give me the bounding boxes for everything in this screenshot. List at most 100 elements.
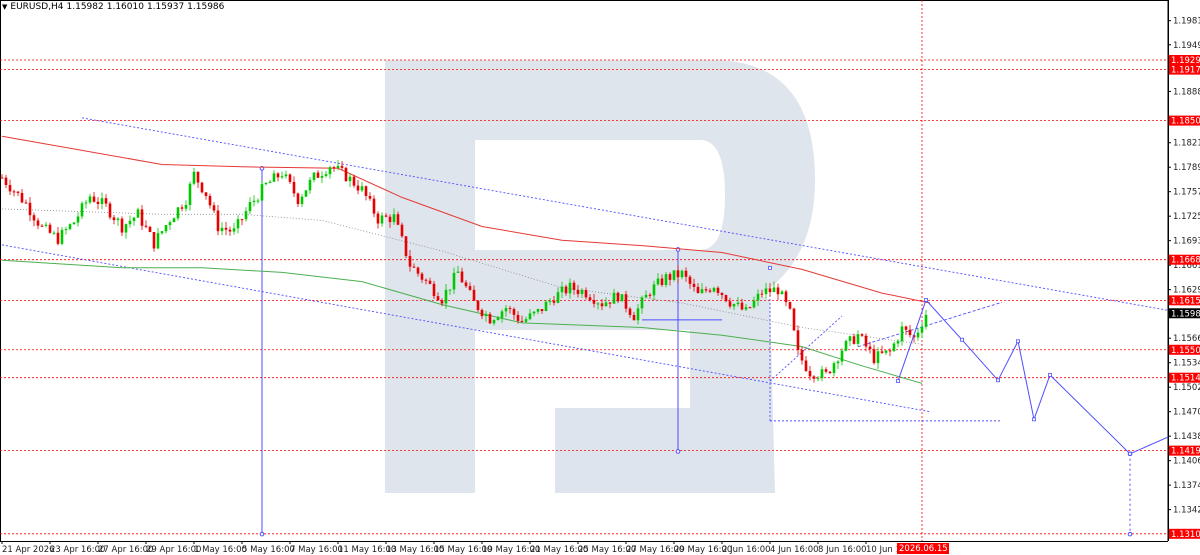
candle: [232, 222, 236, 235]
candle: [24, 199, 28, 204]
candle: [908, 324, 912, 338]
level-tag: 1.14191: [1169, 445, 1200, 457]
candle: [136, 207, 140, 218]
candle: [220, 222, 224, 236]
candle: [312, 171, 316, 183]
candle: [240, 218, 244, 226]
svg-text:1.15986: 1.15986: [1171, 309, 1200, 319]
candle: [68, 223, 72, 231]
candle: [820, 365, 824, 382]
candle: [84, 199, 88, 209]
svg-text:1.13104: 1.13104: [1171, 530, 1200, 540]
candle: [872, 344, 876, 365]
candle: [400, 222, 404, 238]
level-tag: 1.15509: [1169, 344, 1200, 356]
svg-text:1.19296: 1.19296: [1171, 56, 1200, 66]
candle: [216, 205, 220, 236]
candle: [28, 197, 32, 222]
candle: [32, 212, 36, 227]
candle: [12, 189, 16, 197]
candle: [288, 173, 292, 185]
forecast-node-marker[interactable]: [1032, 417, 1036, 422]
candle: [20, 188, 24, 204]
candle: [724, 294, 728, 303]
candle: [168, 220, 172, 230]
price-tick-label: 1.15660: [1173, 334, 1200, 344]
candle: [828, 371, 832, 375]
price-tick-label: 1.14380: [1173, 432, 1200, 442]
candle: [108, 201, 112, 220]
cursor-time-tag: 2026.06.15 00:00: [897, 543, 975, 554]
candle: [308, 177, 312, 194]
forecast-node-marker[interactable]: [768, 265, 772, 270]
candle: [856, 330, 860, 347]
candle: [348, 173, 352, 187]
vertical-tool-marker: [675, 449, 681, 454]
candle: [324, 170, 328, 178]
level-tag: 1.16155: [1169, 295, 1200, 306]
candle: [236, 215, 240, 234]
candle: [156, 228, 160, 250]
time-tick-label: 2 Jun 16:00: [722, 545, 771, 555]
candle: [788, 301, 792, 310]
candle: [152, 231, 156, 252]
price-tick-label: 1.19810: [1173, 17, 1200, 27]
candle: [124, 223, 128, 239]
candle: [252, 195, 256, 207]
candle: [844, 339, 848, 352]
time-tick-label: 7 May 16:00: [290, 545, 343, 555]
time-tick-label: 4 Jun 16:00: [770, 545, 819, 555]
forecast-node-marker[interactable]: [1128, 451, 1132, 456]
candle: [72, 221, 76, 225]
svg-text:1.19170: 1.19170: [1171, 66, 1200, 76]
candle: [920, 322, 924, 339]
candle: [280, 171, 284, 180]
price-tick-label: 1.17895: [1173, 163, 1200, 173]
candle: [284, 170, 288, 179]
candle: [0, 174, 4, 179]
forecast-node-marker[interactable]: [924, 298, 928, 302]
candle: [228, 226, 232, 236]
candle: [80, 201, 84, 220]
forecast-path[interactable]: [897, 299, 1171, 455]
price-tick-label: 1.13740: [1173, 481, 1200, 491]
candle: [808, 365, 812, 381]
vertical-tool-marker: [1127, 531, 1133, 537]
candle: [96, 197, 100, 210]
forecast-node-marker[interactable]: [996, 378, 1000, 383]
candle: [92, 191, 96, 203]
candle: [188, 181, 192, 211]
forecast-node-marker[interactable]: [1016, 339, 1020, 344]
time-tick-label: 8 Jun 16:00: [818, 545, 867, 555]
price-tick-label: 1.17255: [1173, 212, 1200, 222]
candle: [56, 227, 60, 246]
candle: [404, 235, 408, 259]
price-tick-label: 1.15340: [1173, 359, 1200, 369]
forecast-node-marker[interactable]: [1048, 373, 1052, 377]
candle: [860, 333, 864, 337]
logo-r-icon: [385, 60, 815, 493]
candle: [780, 289, 784, 295]
candle: [204, 192, 208, 200]
candle: [784, 289, 788, 307]
candle: [264, 181, 268, 186]
forecast-node-marker[interactable]: [896, 379, 900, 383]
candle: [884, 350, 888, 355]
candle: [340, 160, 344, 171]
candle: [272, 170, 276, 182]
candle: [852, 333, 856, 345]
candle: [776, 283, 780, 301]
candle: [316, 170, 320, 179]
candle: [140, 205, 144, 231]
candle: [368, 192, 372, 201]
candle: [88, 193, 92, 205]
svg-text:1.15509: 1.15509: [1171, 346, 1200, 356]
svg-text:2026.06.15 00:00: 2026.06.15 00:00: [899, 544, 975, 554]
price-axis: [1168, 0, 1200, 555]
price-chart[interactable]: 1.19810 1.19495 1.18885 1.18215 1.17895 1.175…: [0, 0, 1200, 555]
candle: [116, 216, 120, 226]
wedge-upper-line[interactable]: [857, 301, 1003, 348]
forecast-node-marker[interactable]: [960, 337, 964, 342]
candle: [132, 216, 136, 226]
level-tag: 1.13104: [1169, 528, 1200, 540]
